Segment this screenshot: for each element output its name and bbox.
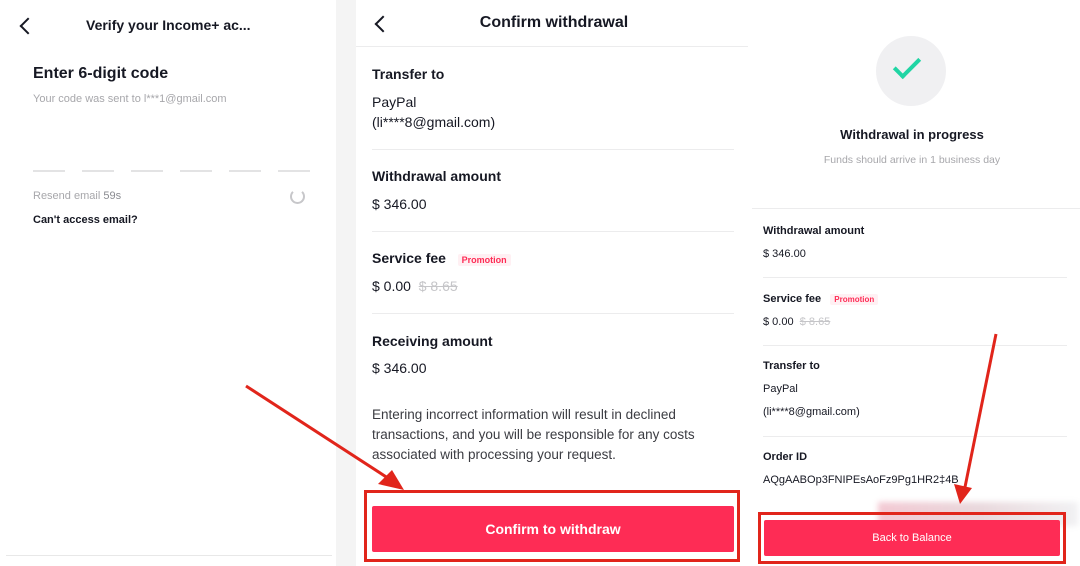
divider	[372, 149, 734, 150]
order-id-value: AQgAABOp3FNIPEsAoFz9Pg1HR2‡4B	[763, 474, 959, 486]
code-digit-2[interactable]	[82, 170, 114, 172]
order-id-label: Order ID	[763, 451, 808, 463]
cant-access-email-link[interactable]: Can't access email?	[33, 214, 138, 226]
code-sent-text: Your code was sent to l***1@gmail.com	[33, 93, 227, 105]
back-arrow-icon[interactable]	[19, 17, 37, 35]
confirm-withdrawal-screen: Confirm withdrawal Transfer to PayPal (l…	[356, 0, 752, 566]
loading-spinner-icon	[290, 189, 305, 204]
withdrawal-amount-label: Withdrawal amount	[372, 168, 501, 184]
checkmark-icon	[892, 50, 922, 80]
status-subtitle: Funds should arrive in 1 business day	[823, 154, 1001, 166]
transfer-method: PayPal	[763, 383, 798, 395]
divider	[372, 313, 734, 314]
transfer-method: PayPal	[372, 94, 417, 110]
resend-email-link[interactable]: Resend email 59s	[33, 190, 121, 202]
withdrawal-amount-value: $ 346.00	[763, 248, 806, 260]
service-fee-label: Service fee Promotion	[372, 250, 511, 266]
status-title: Withdrawal in progress	[840, 127, 984, 142]
divider	[752, 208, 1080, 209]
withdrawal-amount-label: Withdrawal amount	[763, 225, 865, 237]
receiving-amount-value: $ 346.00	[372, 360, 427, 376]
confirm-withdraw-button[interactable]: Confirm to withdraw	[372, 506, 734, 552]
withdrawal-amount-value: $ 346.00	[372, 196, 427, 212]
service-fee-text: Service fee	[763, 293, 822, 305]
transfer-to-label: Transfer to	[763, 360, 820, 372]
divider	[763, 436, 1067, 437]
header-divider	[356, 46, 748, 47]
promotion-badge: Promotion	[830, 294, 879, 305]
service-fee-label: Service fee Promotion	[763, 293, 879, 305]
transfer-email: (li****8@gmail.com)	[763, 406, 860, 418]
divider	[763, 345, 1067, 346]
fee-current: $ 0.00	[763, 316, 794, 328]
divider	[372, 231, 734, 232]
disclaimer-text: Entering incorrect information will resu…	[372, 407, 695, 462]
code-digit-4[interactable]	[180, 170, 212, 172]
service-fee-value: $ 0.00 $ 8.65	[372, 278, 458, 294]
fee-current: $ 0.00	[372, 278, 411, 294]
promotion-badge: Promotion	[457, 254, 511, 266]
divider	[6, 555, 332, 556]
divider	[763, 277, 1067, 278]
back-to-balance-button[interactable]: Back to Balance	[764, 520, 1060, 556]
code-digit-3[interactable]	[131, 170, 163, 172]
service-fee-text: Service fee	[372, 250, 446, 266]
code-digit-5[interactable]	[229, 170, 261, 172]
transfer-to-label: Transfer to	[372, 66, 445, 82]
code-digit-1[interactable]	[33, 170, 65, 172]
resend-label: Resend email	[33, 190, 101, 202]
resend-timer: 59s	[103, 190, 122, 202]
screen-title: Verify your Income+ ac...	[86, 17, 251, 33]
receiving-amount-label: Receiving amount	[372, 333, 493, 349]
verify-code-screen: Verify your Income+ ac... Enter 6-digit …	[0, 0, 336, 566]
service-fee-value: $ 0.00 $ 8.65	[763, 316, 830, 328]
code-heading: Enter 6-digit code	[33, 65, 169, 82]
withdrawal-progress-screen: Withdrawal in progress Funds should arri…	[752, 0, 1080, 566]
fee-original: $ 8.65	[799, 316, 831, 328]
code-digit-6[interactable]	[278, 170, 310, 172]
transfer-email: (li****8@gmail.com)	[372, 114, 496, 130]
success-badge	[876, 36, 946, 106]
fee-original: $ 8.65	[418, 278, 458, 294]
panel-gap	[336, 0, 356, 566]
screen-title: Confirm withdrawal	[479, 14, 629, 31]
